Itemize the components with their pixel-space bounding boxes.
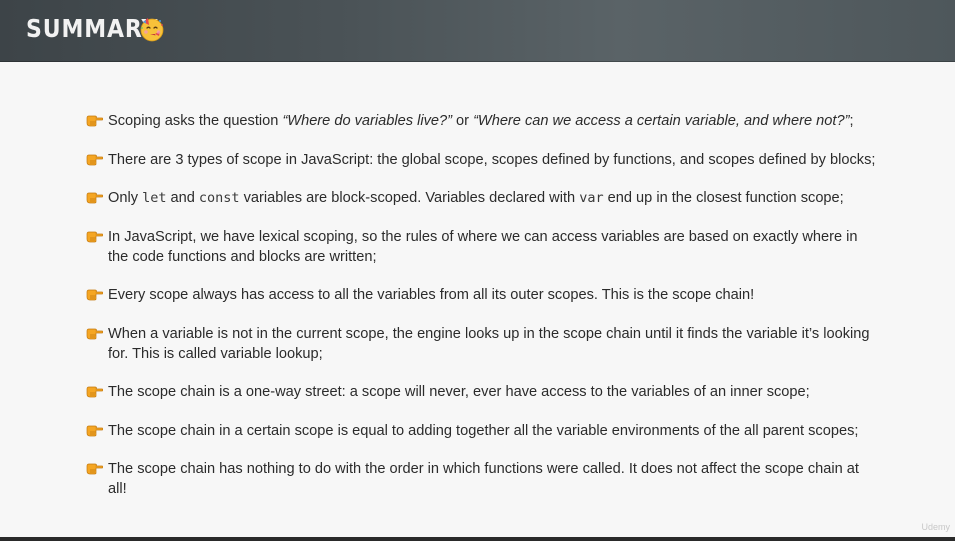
- list-item-text: Every scope always has access to all the…: [108, 287, 755, 303]
- list-item-text: Only let and const variables are block-s…: [108, 190, 844, 206]
- pointing-hand-icon: [86, 154, 103, 165]
- list-item-text: In JavaScript, we have lexical scoping, …: [108, 228, 858, 265]
- list-item-text: When a variable is not in the current sc…: [108, 325, 870, 362]
- bottom-bar: [0, 537, 955, 541]
- header-bar: SUMMARY: [0, 0, 955, 62]
- list-item-text: Scoping asks the question “Where do vari…: [108, 113, 854, 129]
- pointing-hand-icon: [86, 328, 103, 339]
- list-item-text: The scope chain in a certain scope is eq…: [108, 422, 859, 439]
- pointing-hand-icon: [86, 192, 103, 204]
- pointing-hand-icon: [86, 425, 103, 436]
- pointing-hand-icon: [86, 289, 103, 301]
- list-item-text: The scope chain has nothing to do with t…: [108, 461, 859, 497]
- summary-list: Scoping asks the question “Where do vari…: [86, 111, 876, 518]
- list-item: The scope chain is a one-way street: a s…: [86, 382, 876, 402]
- list-item: The scope chain has nothing to do with t…: [86, 459, 876, 499]
- slide: SUMMARY Scoping asks the question “Where…: [0, 0, 955, 541]
- list-item: In JavaScript, we have lexical scoping, …: [86, 227, 876, 267]
- list-item: The scope chain in a certain scope is eq…: [86, 421, 876, 441]
- pointing-hand-icon: [86, 115, 103, 127]
- list-item: Only let and const variables are block-s…: [86, 188, 876, 208]
- list-item: Every scope always has access to all the…: [86, 285, 876, 305]
- list-item-text: The scope chain is a one-way street: a s…: [108, 384, 810, 400]
- list-item: When a variable is not in the current sc…: [86, 324, 876, 364]
- pointing-hand-icon: [86, 231, 103, 242]
- list-item-text: There are 3 types of scope in JavaScript…: [108, 151, 876, 168]
- list-item: Scoping asks the question “Where do vari…: [86, 111, 876, 131]
- list-item: There are 3 types of scope in JavaScript…: [86, 150, 876, 170]
- partying-face-emoji-icon: [140, 18, 164, 42]
- watermark: Udemy: [921, 522, 950, 532]
- pointing-hand-icon: [86, 463, 103, 475]
- pointing-hand-icon: [86, 386, 103, 398]
